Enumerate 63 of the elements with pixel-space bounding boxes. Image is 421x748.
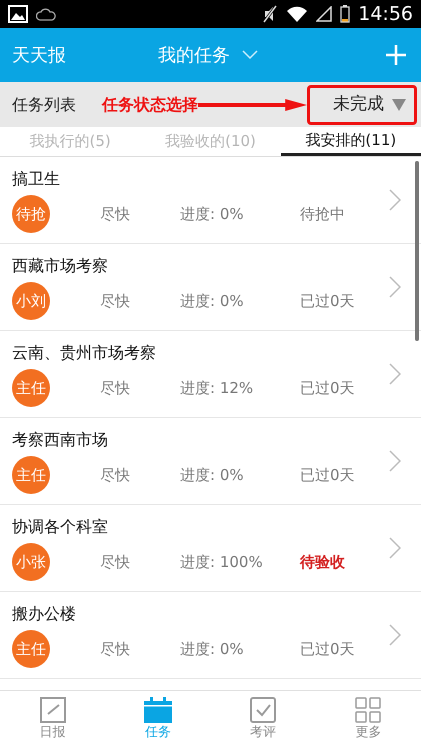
priority-text: 尽快 — [100, 378, 131, 399]
progress-text: 进度: 100% — [180, 552, 264, 573]
grid-icon — [355, 696, 382, 723]
assignee-avatar: 小刘 — [12, 282, 50, 320]
priority-text: 尽快 — [100, 638, 131, 660]
chevron-right-icon — [389, 450, 401, 472]
task-title: 考察西南市场 — [12, 429, 109, 451]
assignee-avatar: 主任 — [12, 456, 50, 494]
status-text: 待抢中 — [300, 204, 345, 225]
chevron-right-icon — [389, 276, 401, 298]
assignee-avatar: 主任 — [12, 630, 50, 668]
image-icon — [8, 5, 28, 23]
battery-icon — [340, 5, 350, 23]
priority-text: 尽快 — [100, 464, 131, 486]
add-button[interactable] — [383, 42, 409, 68]
task-row[interactable]: 搬办公楼 主任 尽快 进度: 0% 已过0天 — [0, 592, 421, 679]
list-label: 任务列表 — [12, 94, 77, 116]
status-text: 已过0天 — [300, 638, 355, 660]
priority-text: 尽快 — [100, 552, 131, 573]
task-title: 西藏市场考察 — [12, 255, 109, 277]
status-text: 已过0天 — [300, 290, 355, 312]
priority-text: 尽快 — [100, 290, 131, 312]
task-row[interactable]: 考察西南市场 主任 尽快 进度: 0% 已过0天 — [0, 418, 421, 505]
chevron-right-icon — [389, 363, 401, 385]
priority-text: 尽快 — [100, 204, 131, 225]
wifi-icon — [286, 6, 308, 22]
nav-tab[interactable]: 日报 — [0, 691, 106, 748]
progress-text: 进度: 12% — [180, 378, 254, 399]
progress-text: 进度: 0% — [180, 290, 245, 312]
calendar-icon — [144, 696, 172, 723]
assignee-avatar: 主任 — [12, 369, 50, 407]
progress-text: 进度: 0% — [180, 204, 245, 225]
tab[interactable]: 我安排的(11) — [280, 127, 421, 156]
plus-icon — [386, 45, 406, 65]
chevron-right-icon — [389, 624, 401, 646]
assignee-avatar: 待抢 — [12, 195, 50, 233]
signal-icon — [316, 6, 332, 22]
chevron-down-icon[interactable] — [242, 50, 258, 60]
task-row[interactable]: 协调各个科室 小张 尽快 进度: 100% 待验收 — [0, 505, 421, 592]
app-name: 天天报 — [12, 44, 66, 68]
nav-tab[interactable]: 考评 — [210, 691, 316, 748]
chevron-right-icon — [389, 537, 401, 559]
task-row[interactable]: 云南、贵州市场考察 主任 尽快 进度: 12% 已过0天 — [0, 331, 421, 418]
status-text: 已过0天 — [300, 378, 355, 399]
progress-text: 进度: 0% — [180, 638, 245, 660]
cloud-icon — [36, 6, 56, 22]
nav-tab[interactable]: 更多 — [316, 691, 421, 748]
status-dropdown[interactable]: 未完成 — [307, 84, 417, 124]
annotation-text: 任务状态选择 — [102, 94, 198, 116]
task-title: 搬办公楼 — [12, 603, 77, 625]
checkbox-icon — [250, 696, 276, 723]
edit-square-icon — [40, 696, 66, 723]
progress-text: 进度: 0% — [180, 464, 245, 486]
assignee-avatar: 小张 — [12, 543, 50, 581]
status-text: 已过0天 — [300, 464, 355, 486]
status-text: 待验收 — [300, 552, 345, 573]
task-title: 云南、贵州市场考察 — [12, 342, 157, 364]
clock-time: 14:56 — [358, 2, 413, 27]
chevron-right-icon — [389, 189, 401, 211]
triangle-down-icon — [392, 98, 406, 110]
task-title: 搞卫生 — [12, 168, 61, 190]
mute-icon — [262, 5, 278, 23]
task-title: 协调各个科室 — [12, 516, 109, 538]
